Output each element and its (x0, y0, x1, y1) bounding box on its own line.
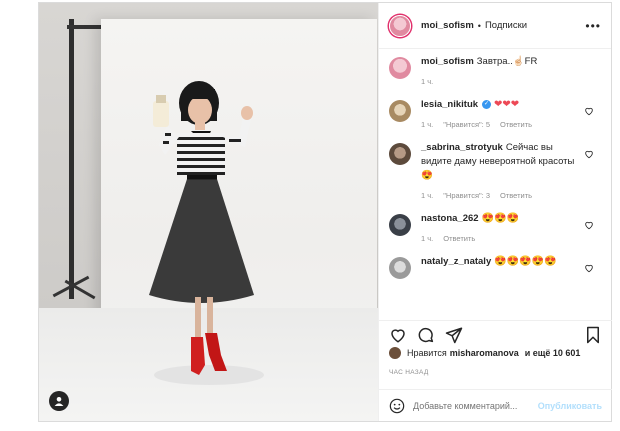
comment-meta: 1 ч. (421, 77, 581, 86)
emoji-icon[interactable] (389, 398, 405, 414)
post-timestamp[interactable]: ЧАС НАЗАД (389, 369, 429, 376)
post-sidebar: moi_sofism • Подписки ••• moi_sofism Завт… (378, 3, 612, 421)
comment-item: lesia_nikituk ✓ ❤❤❤ 1 ч. "Нравится": 5 Отв… (389, 98, 602, 129)
comment-username[interactable]: _sabrina_strotyuk (421, 142, 503, 153)
heart-icon[interactable] (584, 263, 594, 273)
comment-item: _sabrina_strotyuk Сейчас вы видите даму н… (389, 141, 602, 200)
reply-button[interactable]: Ответить (500, 191, 532, 200)
likes-summary: Нравится misharomanova и ещё 10 601 (389, 347, 583, 359)
share-icon[interactable] (445, 326, 463, 344)
heart-icon[interactable] (389, 326, 407, 344)
author-username[interactable]: moi_sofism (421, 20, 474, 31)
comment-message: ❤❤❤ (494, 99, 520, 110)
comment-time[interactable]: 1 ч. (421, 120, 433, 129)
following-button[interactable]: Подписки (485, 20, 527, 31)
author-avatar[interactable] (389, 14, 411, 37)
publish-button[interactable]: Опубликовать (538, 401, 602, 411)
comment-meta: 1 ч. "Нравится": 3 Ответить (421, 191, 581, 200)
liker-username[interactable]: misharomanova (450, 348, 519, 358)
comment-avatar[interactable] (389, 143, 411, 165)
comment-text: lesia_nikituk ✓ ❤❤❤ (421, 98, 581, 112)
comment-text: _sabrina_strotyuk Сейчас вы видите даму н… (421, 141, 581, 183)
comment-time[interactable]: 1 ч. (421, 77, 433, 86)
reply-button[interactable]: Ответить (443, 234, 475, 243)
post-header: moi_sofism • Подписки ••• (379, 3, 611, 49)
comment-text: moi_sofism Завтра..☝🏻FR (421, 55, 581, 69)
liker-avatar[interactable] (389, 347, 401, 359)
tagged-people-button[interactable] (49, 391, 69, 411)
comment-time[interactable]: 1 ч. (421, 191, 433, 200)
comment-username[interactable]: moi_sofism (421, 56, 474, 67)
comment-meta: 1 ч. "Нравится": 5 Ответить (421, 120, 581, 129)
comment-item: nataly_z_nataly 😍😍😍😍😍 (389, 255, 602, 279)
comment-item: nastona_262 😍😍😍 1 ч. Ответить (389, 212, 602, 243)
comment-text: nastona_262 😍😍😍 (421, 212, 581, 226)
heart-icon[interactable] (584, 149, 594, 159)
caption: moi_sofism Завтра..☝🏻FR 1 ч. (389, 55, 602, 86)
comment-message: 😍😍😍😍😍 (494, 256, 557, 267)
comment-likes[interactable]: "Нравится": 3 (443, 191, 490, 200)
post-photo[interactable] (39, 3, 378, 421)
separator-dot: • (477, 20, 481, 31)
comment-input[interactable] (413, 400, 533, 411)
comment-username[interactable]: nastona_262 (421, 213, 479, 224)
bookmark-icon[interactable] (584, 326, 602, 344)
comment-avatar[interactable] (389, 214, 411, 236)
comment-text: nataly_z_nataly 😍😍😍😍😍 (421, 255, 581, 269)
comment-avatar[interactable] (389, 57, 411, 79)
heart-icon[interactable] (584, 220, 594, 230)
comment-username[interactable]: lesia_nikituk (421, 99, 478, 110)
comment-message: Завтра..☝🏻FR (476, 56, 538, 67)
verified-badge-icon: ✓ (482, 99, 492, 109)
more-options-icon[interactable]: ••• (585, 19, 601, 33)
post-actions (379, 320, 612, 344)
user-tag-icon (54, 397, 64, 406)
light-stand (69, 19, 74, 299)
add-comment-bar: Опубликовать (379, 389, 612, 421)
likes-prefix: Нравится (407, 348, 447, 358)
comment-likes[interactable]: "Нравится": 5 (443, 120, 490, 129)
reply-button[interactable]: Ответить (500, 120, 532, 129)
comment-username[interactable]: nataly_z_nataly (421, 256, 491, 267)
comments-list: moi_sofism Завтра..☝🏻FR 1 ч. lesia_nikitu… (379, 55, 612, 313)
comment-avatar[interactable] (389, 100, 411, 122)
comment-time[interactable]: 1 ч. (421, 234, 433, 243)
comment-meta: 1 ч. Ответить (421, 234, 581, 243)
woman-figure (149, 81, 264, 385)
comment-message: 😍😍😍 (481, 213, 519, 224)
heart-icon[interactable] (584, 106, 594, 116)
likes-count[interactable]: и ещё 10 601 (525, 348, 581, 358)
post-card: moi_sofism • Подписки ••• moi_sofism Завт… (38, 2, 612, 422)
comment-icon[interactable] (417, 326, 435, 344)
comment-avatar[interactable] (389, 257, 411, 279)
